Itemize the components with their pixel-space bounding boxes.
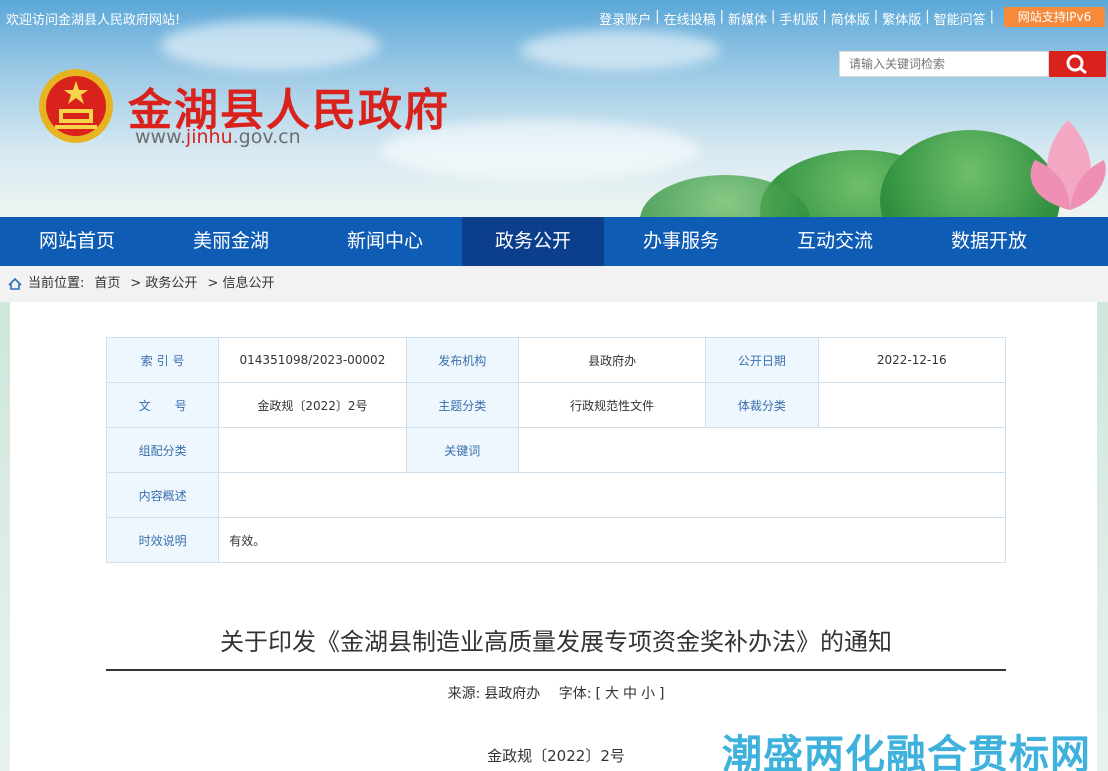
traditional-link[interactable]: 繁体版 [882,9,921,28]
mobile-link[interactable]: 手机版 [779,9,818,28]
index-label: 索 引 号 [105,337,220,383]
validity-value: 有效。 [218,517,1006,563]
title-divider [106,669,1006,671]
submit-article-link[interactable]: 在线投稿 [664,9,716,28]
table-row: 组配分类 关键词 [105,427,1007,473]
top-links: 登录账户 | 在线投稿 | 新媒体 | 手机版 | 简体版 | 繁体版 | 智能问答 | [599,9,994,28]
font-large-button[interactable]: 大 [605,686,619,702]
fontsize-open: [ [595,686,601,702]
table-row: 内容概述 [105,472,1006,518]
summary-value [218,472,1006,518]
nav-services[interactable]: 办事服务 [604,217,758,266]
source-value: 县政府办 [484,686,541,702]
welcome-text: 欢迎访问金湖县人民政府网站! [6,13,181,28]
validity-label: 时效说明 [105,517,220,563]
metadata-table: 索 引 号 014351098/2023-00002 发布机构 县政府办 公开日… [105,337,1007,563]
genre-value [817,382,1007,428]
watermark-text: 潮盛两化融合贯标网 [722,732,1091,771]
table-row: 索 引 号 014351098/2023-00002 发布机构 县政府办 公开日… [105,337,1007,383]
nav-open-data[interactable]: 数据开放 [912,217,1066,266]
nav-beautiful-jinhu[interactable]: 美丽金湖 [154,217,308,266]
date-value: 2022-12-16 [817,337,1007,383]
url-highlight: jinhu [185,126,233,148]
breadcrumb-info-disclosure[interactable]: > 信息公开 [207,266,274,302]
site-url: www.jinhu.gov.cn [135,126,301,148]
nav-home[interactable]: 网站首页 [0,217,154,266]
date-label: 公开日期 [705,337,819,383]
table-row: 文 号 金政规〔2022〕2号 主题分类 行政规范性文件 体裁分类 [105,382,1007,428]
smart-qa-link[interactable]: 智能问答 [934,9,986,28]
new-media-link[interactable]: 新媒体 [728,9,767,28]
main-nav: 网站首页 美丽金湖 新闻中心 政务公开 办事服务 互动交流 数据开放 [0,217,1108,266]
search-icon [1066,54,1087,74]
group-value [218,427,407,473]
login-link[interactable]: 登录账户 [599,9,651,28]
group-label: 组配分类 [105,427,220,473]
docno-label: 文 号 [105,382,220,428]
publisher-value: 县政府办 [517,337,707,383]
top-bar: 欢迎访问金湖县人民政府网站! 登录账户 | 在线投稿 | 新媒体 | 手机版 | 简体版… [0,0,1108,34]
ipv6-badge: 网站支持IPv6 [1004,7,1105,27]
font-small-button[interactable]: 小 [641,686,655,702]
side-decoration [0,302,10,771]
side-decoration [1097,302,1108,771]
publisher-label: 发布机构 [405,337,519,383]
simplified-link[interactable]: 简体版 [831,9,870,28]
breadcrumb-home[interactable]: 首页 [94,266,120,302]
breadcrumb-gov-affairs[interactable]: > 政务公开 [130,266,197,302]
keyword-value [517,427,1007,473]
genre-label: 体裁分类 [705,382,819,428]
home-icon [8,278,22,290]
cloud-decoration [520,30,720,70]
national-emblem-icon [39,69,113,143]
source-label: 来源: [447,686,481,702]
article-meta: 来源: 县政府办 字体:[大中小] [106,683,1006,703]
fontsize-label: 字体: [558,686,592,702]
table-row: 时效说明 有效。 [105,517,1006,563]
content-area: 索 引 号 014351098/2023-00002 发布机构 县政府办 公开日… [10,302,1097,771]
nav-news[interactable]: 新闻中心 [308,217,462,266]
breadcrumb: 当前位置: 首页 > 政务公开 > 信息公开 [0,266,1108,302]
article-title: 关于印发《金湖县制造业高质量发展专项资金奖补办法》的通知 [220,628,892,656]
search-button[interactable] [1049,51,1106,77]
index-value: 014351098/2023-00002 [218,337,407,383]
url-prefix: www. [135,126,186,148]
url-suffix: .gov.cn [232,126,301,148]
fontsize-close: ] [658,686,665,702]
keyword-label: 关键词 [405,427,519,473]
breadcrumb-label: 当前位置: [28,276,85,291]
nav-interaction[interactable]: 互动交流 [758,217,912,266]
lotus-flower-icon [1030,120,1106,210]
summary-label: 内容概述 [105,472,220,518]
topic-value: 行政规范性文件 [517,382,707,428]
search-input[interactable] [839,51,1049,77]
topic-label: 主题分类 [405,382,519,428]
site-header: 欢迎访问金湖县人民政府网站! 登录账户 | 在线投稿 | 新媒体 | 手机版 | 简体版… [0,0,1108,217]
nav-gov-affairs[interactable]: 政务公开 [462,217,604,266]
docno-value: 金政规〔2022〕2号 [218,382,407,428]
font-medium-button[interactable]: 中 [623,686,637,702]
